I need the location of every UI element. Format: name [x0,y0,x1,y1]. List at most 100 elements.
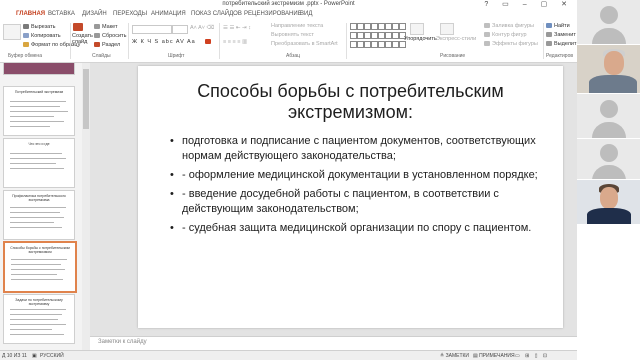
slide-thumbnail[interactable]: Задачи по потребительскому экстремизму [3,294,75,344]
cut-button[interactable]: Вырезать [23,24,55,30]
slide-thumbnail[interactable]: Профилактика потребительского экстремизм… [3,190,75,240]
slide-thumbnail[interactable]: Потребительский экстремизм [3,86,75,136]
quick-styles-icon[interactable] [440,23,454,35]
quick-styles-button[interactable]: Экспресс-стили [436,36,476,42]
select-icon [546,41,552,47]
avatar [599,144,618,162]
bullet-dot-icon: • [170,135,174,147]
tab-home[interactable]: ГЛАВНАЯ [16,11,45,17]
group-separator [219,23,220,59]
slide-bullet-list[interactable]: • подготовка и подписание с пациентом до… [170,134,550,240]
font-group-label: Шрифт [168,53,185,59]
ribbon-tabs: ГЛАВНАЯ ВСТАВКА ДИЗАЙН ПЕРЕХОДЫ АНИМАЦИЯ… [0,10,577,20]
layout-icon [94,24,100,30]
scrollbar-handle[interactable] [83,69,89,129]
replace-icon [546,32,552,38]
avatar [599,6,618,24]
section-button[interactable]: Раздел [94,42,120,48]
bullet-item: • подготовка и подписание с пациентом до… [170,135,536,162]
copy-icon [23,33,29,39]
font-name-field[interactable] [132,25,172,34]
participant-video[interactable] [577,94,640,138]
find-button[interactable]: Найти [546,23,570,29]
avatar [599,100,618,118]
paste-icon[interactable] [3,24,21,40]
slide-editing-area: Способы борьбы с потребительским экстрем… [90,63,577,336]
group-separator [346,23,347,59]
notes-pane[interactable]: Заметки к слайду [90,336,577,351]
editing-group-label: Редактиров [546,53,574,59]
drawing-group-label: Рисование [440,53,466,59]
window-controls[interactable]: ? ▭ – ▢ ✕ [484,0,573,8]
shape-effects-button[interactable]: Эффекты фигуры [484,41,538,47]
shape-fill-button[interactable]: Заливка фигуры [484,23,534,29]
tab-view[interactable]: ВИД [300,11,312,17]
brush-icon [23,42,29,48]
section-icon [94,42,100,48]
text-direction-button[interactable]: Направление текста [271,23,323,29]
slide-counter: Д 10 ИЗ 11 [2,353,27,359]
spellcheck-icon[interactable]: ▣ [32,353,37,359]
group-separator [70,23,71,59]
new-slide-icon[interactable] [73,23,85,31]
thumbnails-scrollbar[interactable] [82,63,90,350]
bullet-item: • - оформление медицинской документации в… [170,169,538,181]
tab-transitions[interactable]: ПЕРЕХОДЫ [113,11,147,17]
replace-button[interactable]: Заменит [546,32,576,38]
avatar [591,28,626,44]
list-buttons[interactable]: ☰ ☰ ⇤ ⇥ ↕ [223,25,251,31]
layout-button[interactable]: Макет [94,24,118,30]
arrange-icon[interactable] [410,23,424,35]
group-separator [128,23,129,59]
avatar [591,122,626,138]
language-indicator[interactable]: РУССКИЙ [40,353,64,359]
reset-button[interactable]: Сбросить [94,33,126,39]
participant-video[interactable] [577,0,640,44]
copy-button[interactable]: Копировать [23,33,61,39]
effects-icon [484,41,490,47]
tab-review[interactable]: РЕЦЕНЗИРОВАНИЕ [244,11,302,17]
tab-design[interactable]: ДИЗАЙН [82,11,107,17]
font-size-buttons[interactable]: A˄ A˅ ⌫ [190,25,214,31]
font-format-buttons[interactable]: Ж К Ч S abc AV Aa [132,39,196,45]
view-buttons[interactable]: ▭ ⊞ ▯ ⊡ [515,353,549,359]
bullet-item: • - введение досудебной работы с пациенто… [170,188,499,215]
align-buttons[interactable]: ≡ ≡ ≡ ≡ ▥ [223,39,247,45]
slide-canvas[interactable]: Способы борьбы с потребительским экстрем… [138,66,563,328]
tab-insert[interactable]: ВСТАВКА [48,11,75,17]
font-size-field[interactable] [172,25,188,34]
participant-video[interactable] [577,139,640,179]
participants-empty-space [577,225,640,360]
shapes-gallery[interactable] [350,23,406,49]
comments-toggle-button[interactable]: ▤ ПРИМЕЧАНИЯ [473,353,515,359]
participant-video[interactable] [577,45,640,93]
bullet-item: • - судебная защита медицинской организац… [170,222,532,234]
reset-icon [94,33,100,39]
bullet-dot-icon: • [170,188,174,200]
tab-animation[interactable]: АНИМАЦИЯ [151,11,186,17]
participant-face [604,51,624,75]
align-text-button[interactable]: Выровнять текст [271,32,314,38]
font-color-icon[interactable] [205,39,213,45]
slide-thumbnails-pane: Потребительский экстремизм Что это и где… [0,63,90,350]
select-button[interactable]: Выделит [546,41,577,47]
paragraph-group-label: Абзац [286,53,301,59]
shape-outline-button[interactable]: Контур фигур [484,32,527,38]
slide-thumbnail[interactable]: Что это и где [3,138,75,188]
notes-toggle-button[interactable]: ≜ ЗАМЕТКИ [440,353,469,359]
slide-thumbnail[interactable] [3,63,75,75]
ribbon: Вырезать Копировать Формат по образцу Бу… [0,20,577,63]
slide-thumbnail-selected[interactable]: Способы борьбы с потребительским экстрем… [3,241,77,293]
powerpoint-window: потребительский экстремизм .pptx - Power… [0,0,577,360]
smartart-button[interactable]: Преобразовать в SmartArt [271,41,338,47]
participant-video[interactable] [577,180,640,224]
slide-title[interactable]: Способы борьбы с потребительским экстрем… [178,81,523,123]
slides-group-label: Слайды [92,53,111,59]
new-slide-button[interactable]: Создать слайд [72,33,93,45]
arrange-button[interactable]: Упорядочить [404,36,437,42]
bullet-dot-icon: • [170,222,174,234]
bullet-dot-icon: • [170,169,174,181]
tab-slideshow[interactable]: ПОКАЗ СЛАЙДОВ [191,11,242,17]
scissors-icon [23,24,29,30]
participant-face [600,187,618,209]
